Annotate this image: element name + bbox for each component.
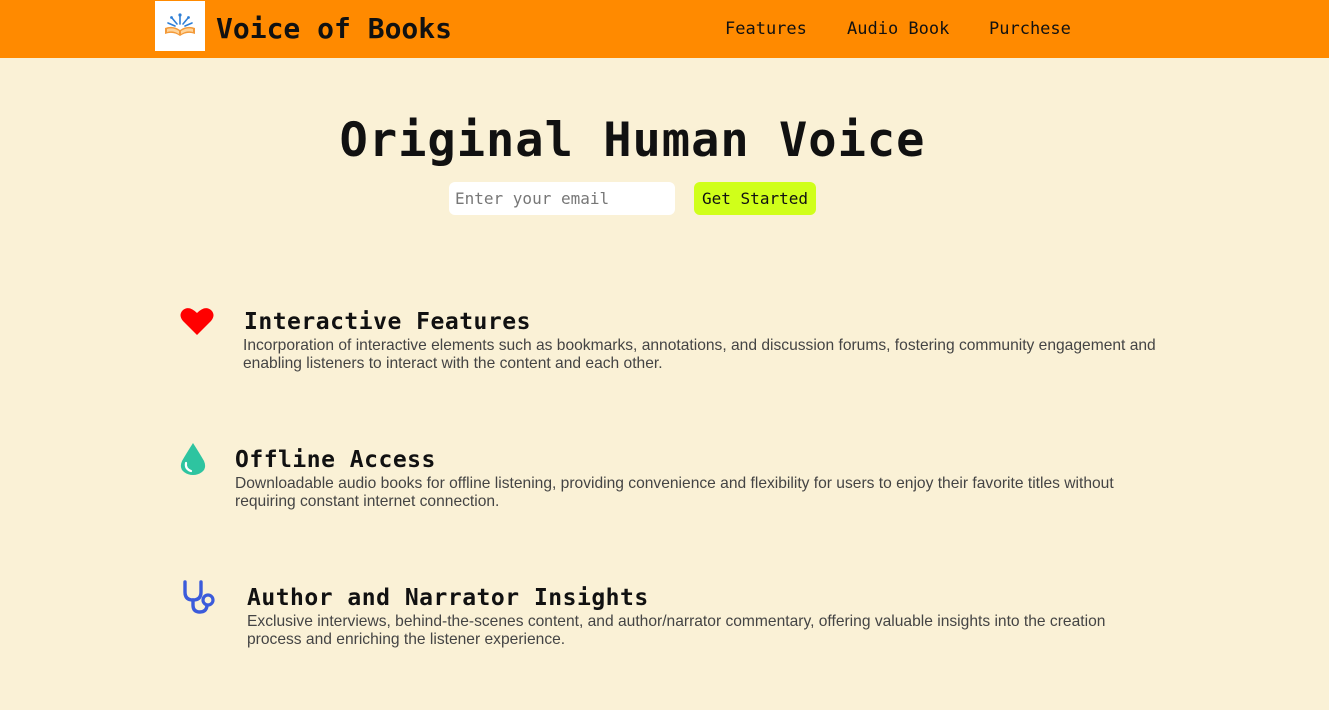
feature-description: Incorporation of interactive elements su…: [243, 337, 1156, 372]
feature-title: Interactive Features: [244, 309, 531, 335]
feature-title: Author and Narrator Insights: [247, 585, 649, 611]
get-started-button[interactable]: Get Started: [694, 182, 816, 215]
brand-name[interactable]: Voice of Books: [216, 10, 452, 48]
feature-description: Exclusive interviews, behind-the-scenes …: [247, 613, 1106, 648]
feature-description: Downloadable audio books for offline lis…: [235, 475, 1114, 510]
feature-title: Offline Access: [235, 447, 436, 473]
droplet-icon: [180, 442, 206, 480]
heart-icon: [180, 306, 214, 340]
hero-title: Original Human Voice: [339, 113, 926, 168]
nav-link-audio-book[interactable]: Audio Book: [847, 19, 949, 39]
nav-link-purchase[interactable]: Purchese: [989, 19, 1071, 39]
open-book-logo-icon[interactable]: [155, 1, 205, 51]
top-navbar: Voice of Books Features Audio Book Purch…: [0, 0, 1329, 58]
email-input[interactable]: [449, 182, 675, 215]
nav-link-features[interactable]: Features: [725, 19, 807, 39]
stethoscope-icon: [181, 580, 217, 620]
